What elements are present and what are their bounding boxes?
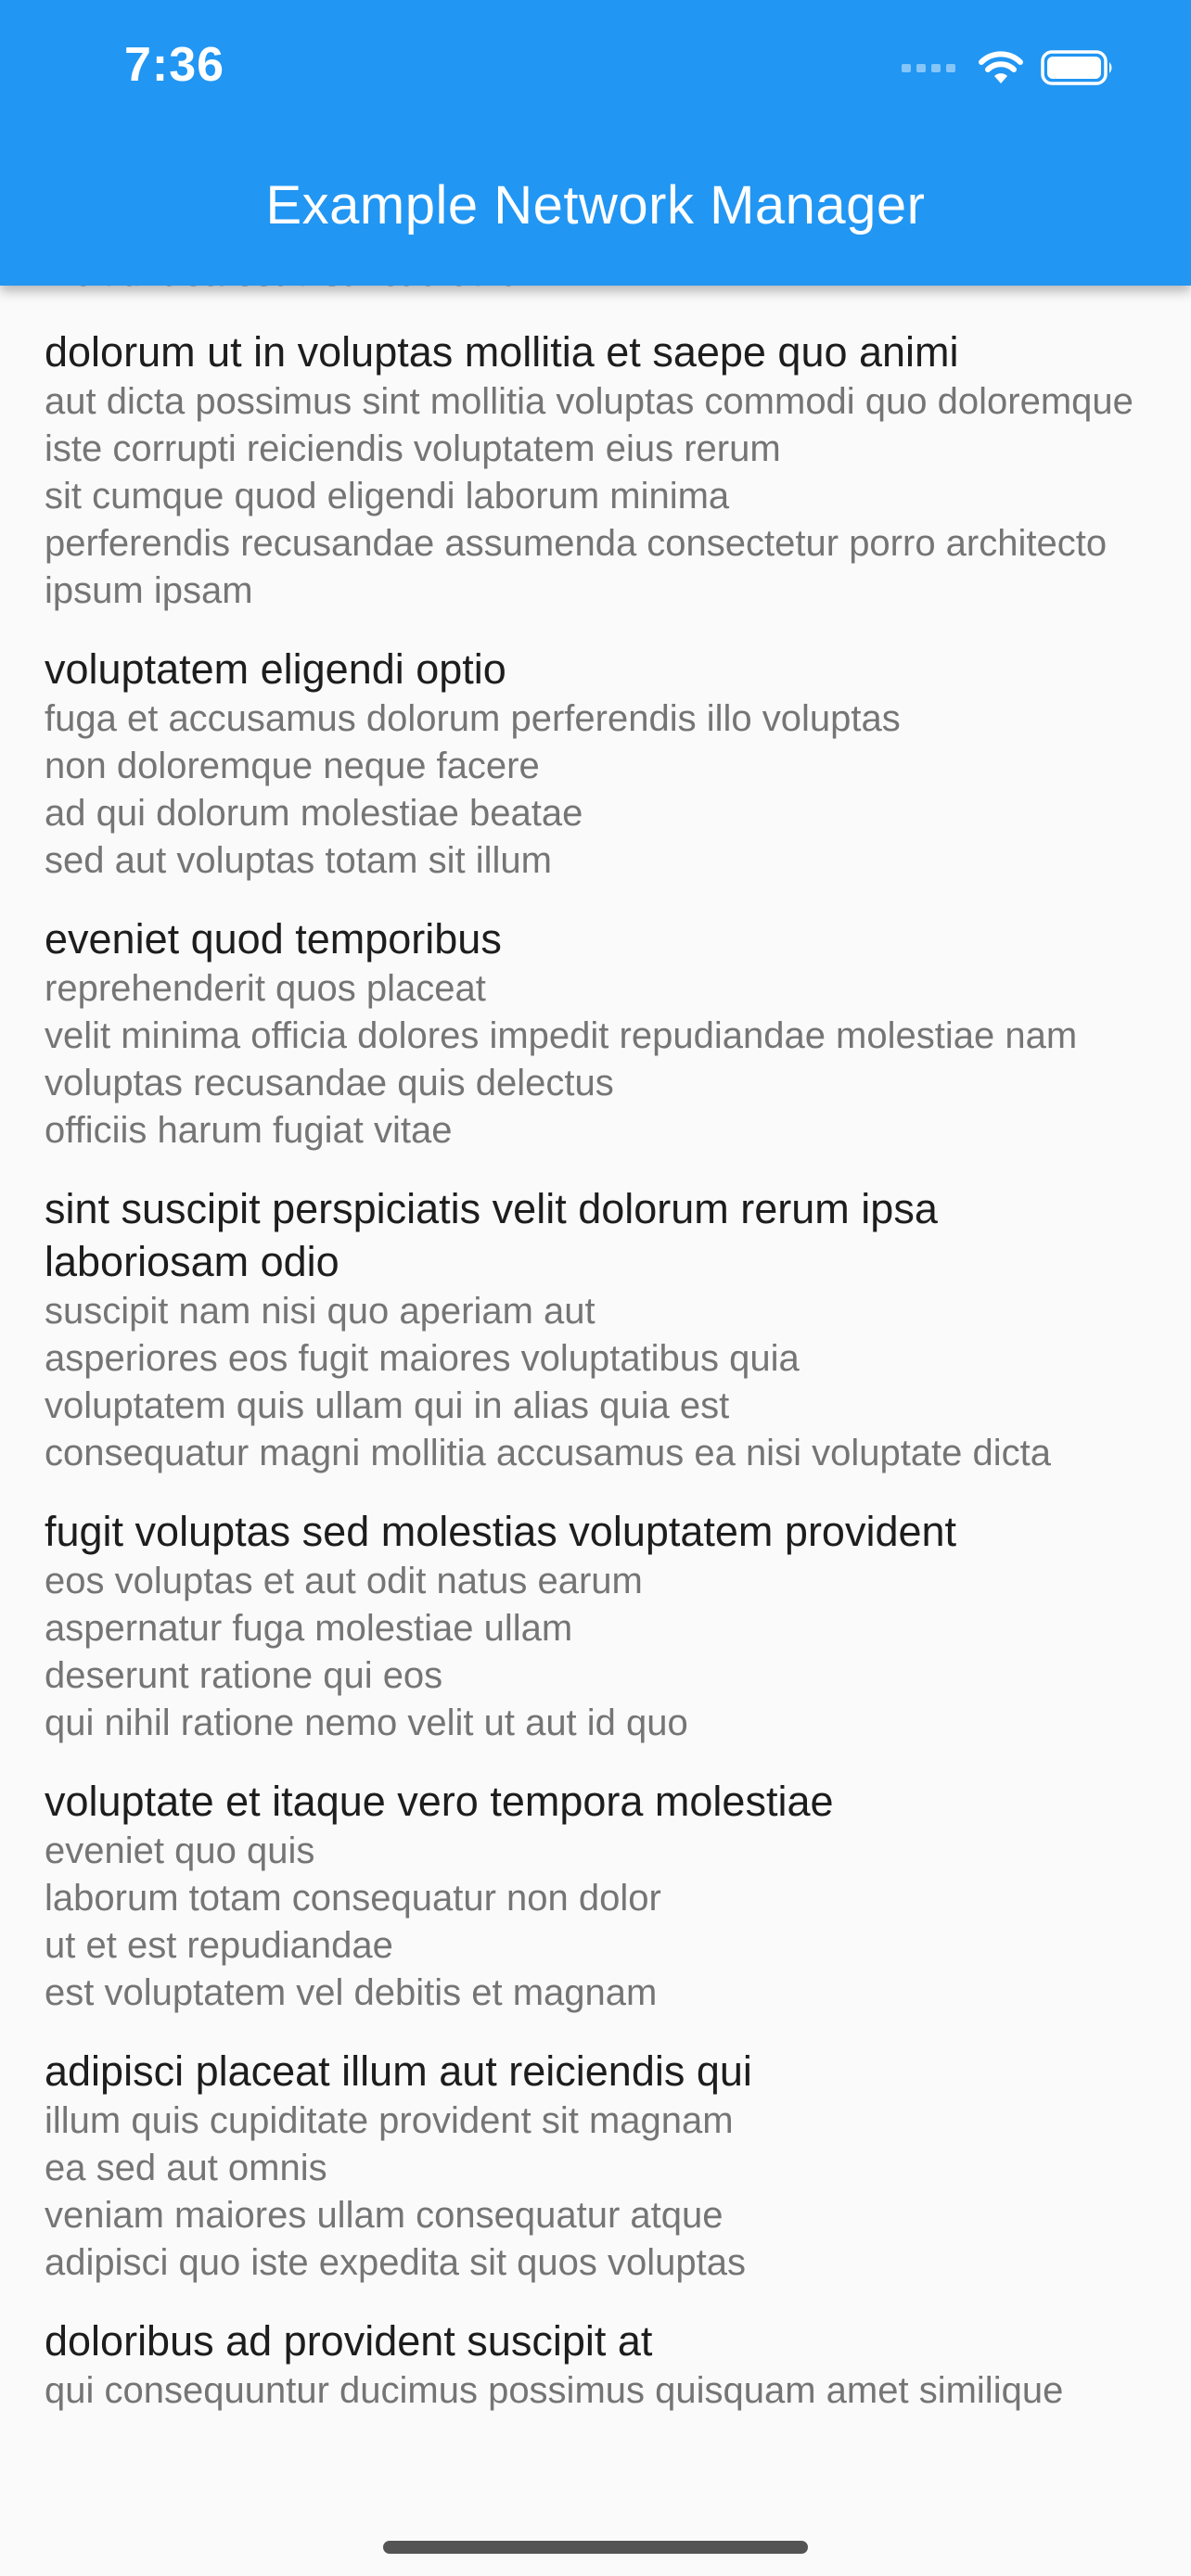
app-bar: 7:36 Example Network Manager <box>0 0 1191 286</box>
post-list[interactable]: incidunt ea est distinctio odio dolorum … <box>45 250 1146 2442</box>
list-item[interactable]: voluptatem eligendi optio fuga et accusa… <box>45 643 1146 885</box>
list-item[interactable]: fugit voluptas sed molestias voluptatem … <box>45 1505 1146 1747</box>
wifi-icon <box>979 51 1023 83</box>
post-title: adipisci placeat illum aut reiciendis qu… <box>45 2047 752 2095</box>
list-item[interactable]: dolorum ut in voluptas mollitia et saepe… <box>45 325 1146 615</box>
post-body: suscipit nam nisi quo aperiam aut asperi… <box>45 1291 1052 1473</box>
post-title: sint suscipit perspiciatis velit dolorum… <box>45 1185 938 1285</box>
list-item[interactable]: voluptate et itaque vero tempora molesti… <box>45 1775 1146 2017</box>
post-title: dolorum ut in voluptas mollitia et saepe… <box>45 328 959 376</box>
status-icons <box>902 46 1115 89</box>
page-title: Example Network Manager <box>265 175 926 236</box>
post-title: fugit voluptas sed molestias voluptatem … <box>45 1508 957 1555</box>
list-item[interactable]: adipisci placeat illum aut reiciendis qu… <box>45 2045 1146 2287</box>
post-title: eveniet quod temporibus <box>45 915 502 963</box>
list-item[interactable]: eveniet quod temporibus reprehenderit qu… <box>45 912 1146 1154</box>
post-body: eveniet quo quis laborum totam consequat… <box>45 1830 661 2013</box>
list-item[interactable]: sint suscipit perspiciatis velit dolorum… <box>45 1182 1146 1477</box>
post-body: qui consequuntur ducimus possimus quisqu… <box>45 2370 1064 2411</box>
status-time: 7:36 <box>124 38 225 92</box>
post-body: illum quis cupiditate provident sit magn… <box>45 2100 747 2283</box>
list-item[interactable]: doloribus ad provident suscipit at qui c… <box>45 2315 1146 2415</box>
post-body: fuga et accusamus dolorum perferendis il… <box>45 698 901 881</box>
post-title: voluptatem eligendi optio <box>45 645 506 693</box>
post-title: doloribus ad provident suscipit at <box>45 2317 653 2365</box>
post-body: reprehenderit quos placeat velit minima … <box>45 968 1078 1151</box>
app-screen: incidunt ea est distinctio odio dolorum … <box>0 0 1191 2576</box>
home-indicator[interactable] <box>383 2541 808 2554</box>
post-body: aut dicta possimus sint mollitia volupta… <box>45 381 1133 611</box>
cellular-signal-icon <box>902 63 955 72</box>
post-title: voluptate et itaque vero tempora molesti… <box>45 1778 834 1825</box>
post-body: eos voluptas et aut odit natus earum asp… <box>45 1561 688 1743</box>
battery-icon <box>1041 50 1112 85</box>
